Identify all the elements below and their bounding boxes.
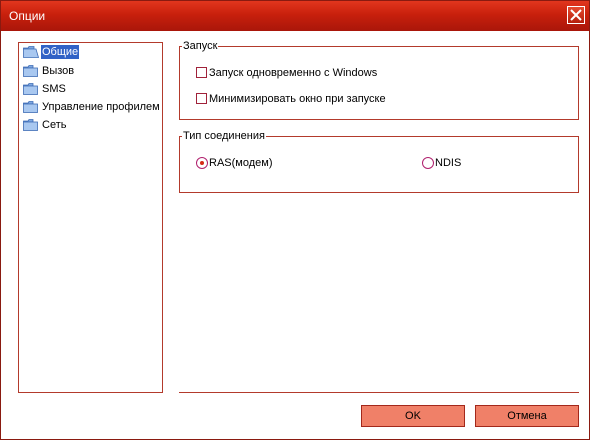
cancel-button[interactable]: Отмена <box>475 405 579 427</box>
close-button[interactable] <box>567 6 585 24</box>
close-icon <box>570 9 582 21</box>
tree-item-label: SMS <box>42 83 66 95</box>
ndis-label: NDIS <box>435 157 462 169</box>
folder-icon <box>23 83 38 95</box>
start-with-windows-label: Запуск одновременно с Windows <box>209 67 378 79</box>
folder-icon <box>23 101 38 113</box>
window-title: Опции <box>9 9 46 23</box>
minimize-on-start-label: Минимизировать окно при запуске <box>209 93 386 105</box>
tree-item-label: Вызов <box>42 65 75 77</box>
startup-group: Запуск Запуск одновременно с Windows Мин… <box>179 39 579 120</box>
tree-item-label: Общие <box>41 45 80 59</box>
footer-separator <box>179 392 579 393</box>
ras-modem-radio[interactable] <box>196 157 208 169</box>
folder-icon <box>23 65 38 77</box>
tree-item-label: Сеть <box>42 119 67 131</box>
connection-type-group: Тип соединения RAS(модем) NDIS <box>179 129 579 193</box>
ok-button[interactable]: OK <box>361 405 465 427</box>
minimize-on-start-checkbox[interactable] <box>196 93 207 104</box>
tree-item-label: Управление профилем <box>42 101 160 113</box>
options-window: Опции Общие Вызов SMS Управление профиле… <box>0 0 590 440</box>
start-with-windows-checkbox[interactable] <box>196 67 207 78</box>
connection-type-legend: Тип соединения <box>182 129 266 143</box>
folder-icon <box>23 119 38 131</box>
folder-open-icon <box>23 46 39 58</box>
dialog-client: Общие Вызов SMS Управление профилем Сеть… <box>1 31 589 439</box>
title-bar[interactable]: Опции <box>1 1 589 31</box>
options-tree[interactable]: Общие Вызов SMS Управление профилем Сеть <box>18 42 163 393</box>
startup-group-legend: Запуск <box>182 39 219 53</box>
ndis-radio[interactable] <box>422 157 434 169</box>
ras-modem-label: RAS(модем) <box>209 157 273 169</box>
